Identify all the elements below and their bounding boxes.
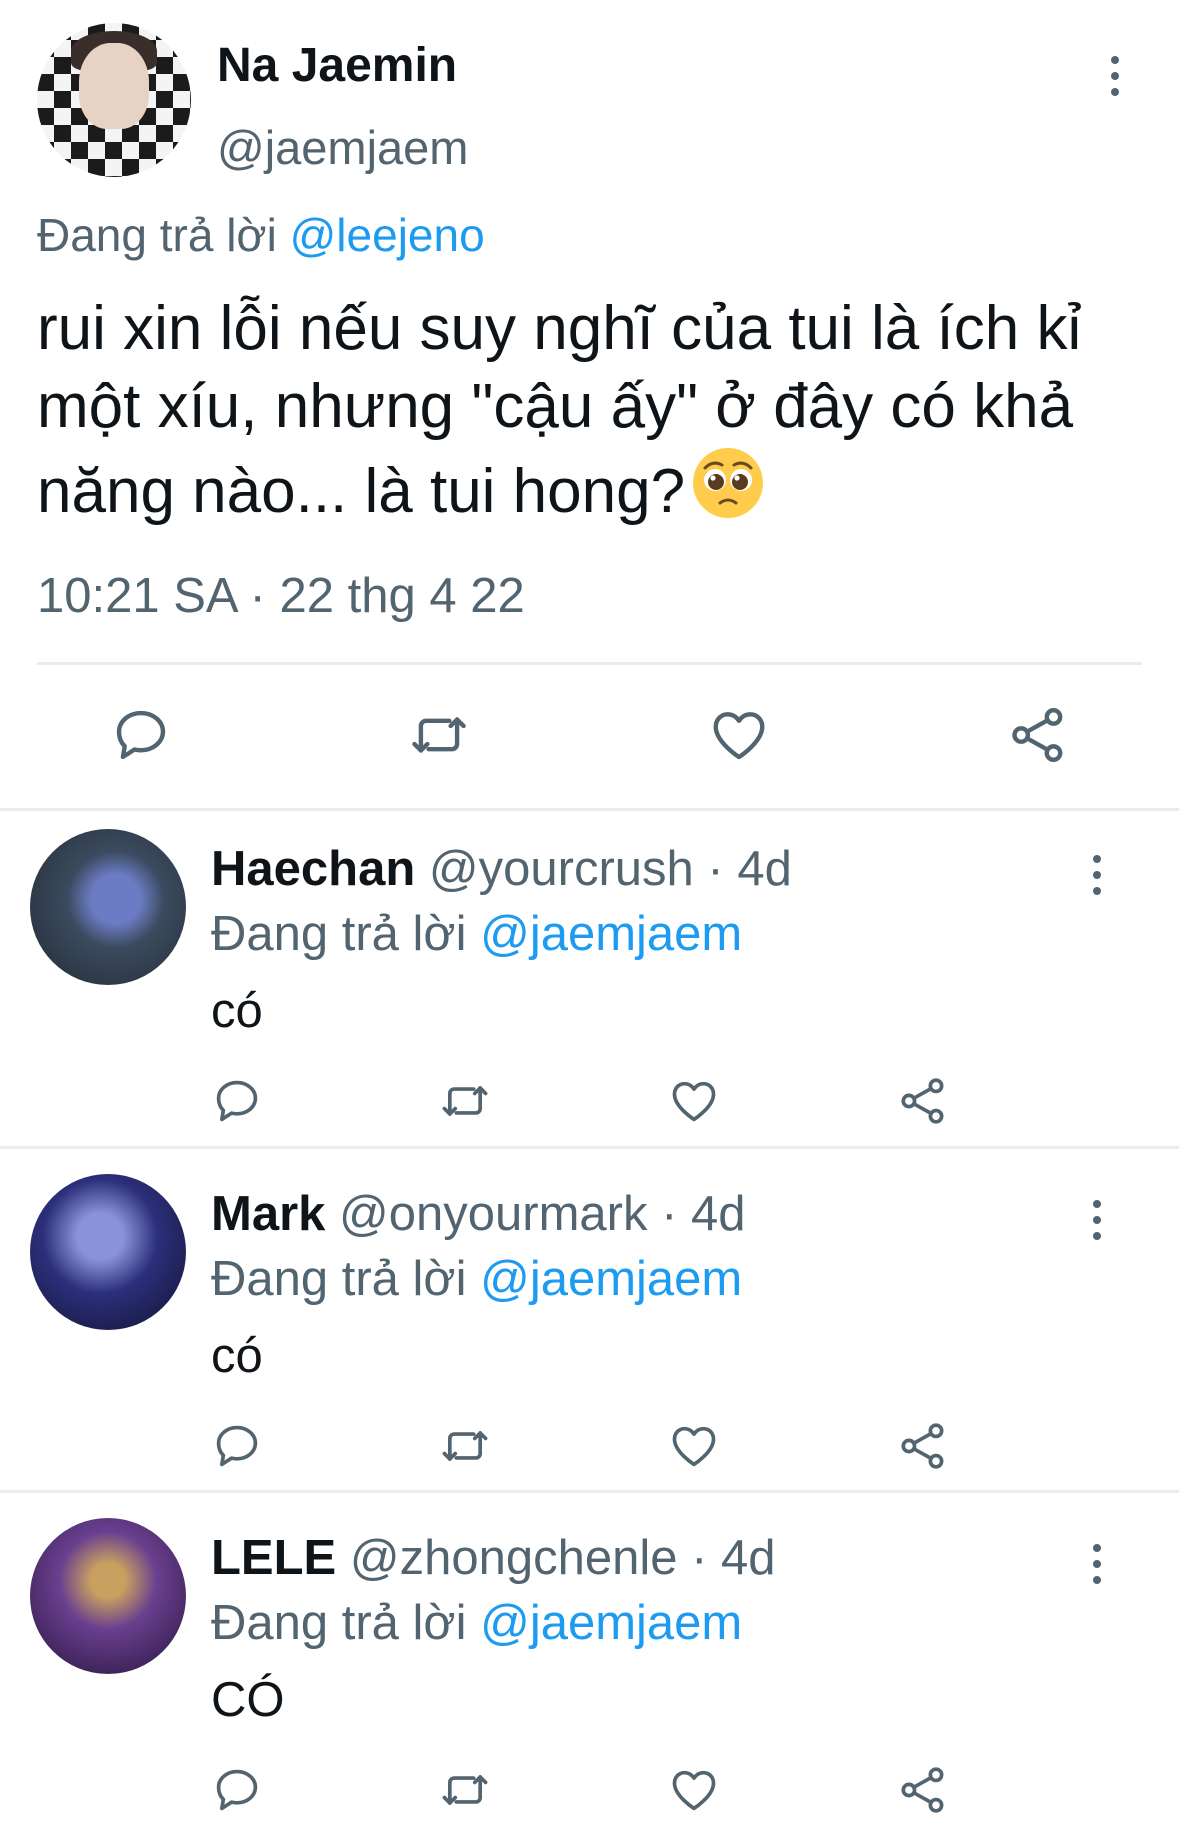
replying-prefix: Đang trả lời bbox=[211, 1252, 467, 1306]
reply-actions bbox=[0, 1071, 1179, 1131]
retweet-icon[interactable] bbox=[435, 1071, 495, 1131]
retweet-icon[interactable] bbox=[435, 1760, 495, 1820]
like-icon[interactable] bbox=[704, 700, 774, 770]
share-icon[interactable] bbox=[1003, 700, 1073, 770]
reply-author-handle[interactable]: @zhongchenle bbox=[350, 1531, 678, 1585]
more-options-icon[interactable] bbox=[1082, 1538, 1112, 1588]
avatar[interactable] bbox=[37, 23, 191, 177]
share-icon[interactable] bbox=[893, 1760, 953, 1820]
mention-link[interactable]: @jaemjaem bbox=[480, 1596, 742, 1650]
reply-text: có bbox=[211, 984, 263, 1038]
reply-tweet[interactable]: Haechan @yourcrush · 4d Đang trả lời @ja… bbox=[0, 811, 1179, 1155]
reply-header: Haechan @yourcrush · 4d bbox=[211, 841, 792, 897]
reply-age: · 4d bbox=[691, 1531, 776, 1585]
replying-prefix: Đang trả lời bbox=[211, 907, 467, 961]
divider bbox=[0, 1146, 1179, 1149]
reply-header: Mark @onyourmark · 4d bbox=[211, 1186, 746, 1242]
reply-author-handle[interactable]: @yourcrush bbox=[429, 842, 694, 896]
more-options-icon[interactable] bbox=[1082, 849, 1112, 899]
avatar[interactable] bbox=[30, 829, 186, 985]
tweet-actions bbox=[0, 700, 1179, 770]
tweet-text-body: rui xin lỗi nếu suy nghĩ của tui là ích … bbox=[37, 294, 1082, 526]
tweet-timestamp[interactable]: 10:21 SA · 22 thg 4 22 bbox=[37, 568, 525, 624]
replying-prefix: Đang trả lời bbox=[211, 1596, 467, 1650]
mention-link[interactable]: @jaemjaem bbox=[480, 907, 742, 961]
reply-text: có bbox=[211, 1329, 263, 1383]
reply-icon[interactable] bbox=[106, 700, 176, 770]
reply-tweet[interactable]: Mark @onyourmark · 4d Đang trả lời @jaem… bbox=[0, 1156, 1179, 1500]
divider bbox=[37, 662, 1142, 665]
author-name[interactable]: Na Jaemin bbox=[217, 38, 457, 93]
mention-link[interactable]: @leejeno bbox=[290, 209, 485, 261]
replying-to: Đang trả lời @jaemjaem bbox=[211, 1595, 742, 1651]
like-icon[interactable] bbox=[664, 1760, 724, 1820]
reply-author-name[interactable]: LELE bbox=[211, 1531, 336, 1585]
reply-author-name[interactable]: Haechan bbox=[211, 842, 415, 896]
avatar[interactable] bbox=[30, 1174, 186, 1330]
like-icon[interactable] bbox=[664, 1071, 724, 1131]
replying-to: Đang trả lời @jaemjaem bbox=[211, 906, 742, 962]
reply-age: · 4d bbox=[661, 1187, 746, 1241]
reply-header: LELE @zhongchenle · 4d bbox=[211, 1530, 776, 1586]
reply-age: · 4d bbox=[707, 842, 792, 896]
reply-tweet[interactable]: LELE @zhongchenle · 4d Đang trả lời @jae… bbox=[0, 1500, 1179, 1844]
divider bbox=[0, 1490, 1179, 1493]
tweet-time: 10:21 SA bbox=[37, 569, 236, 623]
retweet-icon[interactable] bbox=[404, 700, 474, 770]
retweet-icon[interactable] bbox=[435, 1416, 495, 1476]
share-icon[interactable] bbox=[893, 1416, 953, 1476]
reply-icon[interactable] bbox=[207, 1071, 267, 1131]
reply-icon[interactable] bbox=[207, 1760, 267, 1820]
reply-icon[interactable] bbox=[207, 1416, 267, 1476]
share-icon[interactable] bbox=[893, 1071, 953, 1131]
meta-separator: · bbox=[249, 569, 266, 623]
replying-to: Đang trả lời @leejeno bbox=[37, 208, 485, 262]
pleading-face-icon bbox=[691, 446, 765, 520]
reply-author-name[interactable]: Mark bbox=[211, 1187, 325, 1241]
reply-actions bbox=[0, 1416, 1179, 1476]
reply-actions bbox=[0, 1760, 1179, 1820]
mention-link[interactable]: @jaemjaem bbox=[480, 1252, 742, 1306]
tweet-text: rui xin lỗi nếu suy nghĩ của tui là ích … bbox=[37, 290, 1147, 531]
reply-author-handle[interactable]: @onyourmark bbox=[339, 1187, 647, 1241]
replying-to: Đang trả lời @jaemjaem bbox=[211, 1251, 742, 1307]
more-options-icon[interactable] bbox=[1100, 50, 1130, 100]
replying-prefix: Đang trả lời bbox=[37, 209, 277, 261]
tweet-date: 22 thg 4 22 bbox=[279, 569, 525, 623]
like-icon[interactable] bbox=[664, 1416, 724, 1476]
more-options-icon[interactable] bbox=[1082, 1194, 1112, 1244]
avatar[interactable] bbox=[30, 1518, 186, 1674]
main-tweet: Na Jaemin @jaemjaem Đang trả lời @leejen… bbox=[0, 0, 1179, 808]
reply-text: CÓ bbox=[211, 1673, 285, 1727]
author-handle[interactable]: @jaemjaem bbox=[217, 120, 468, 175]
